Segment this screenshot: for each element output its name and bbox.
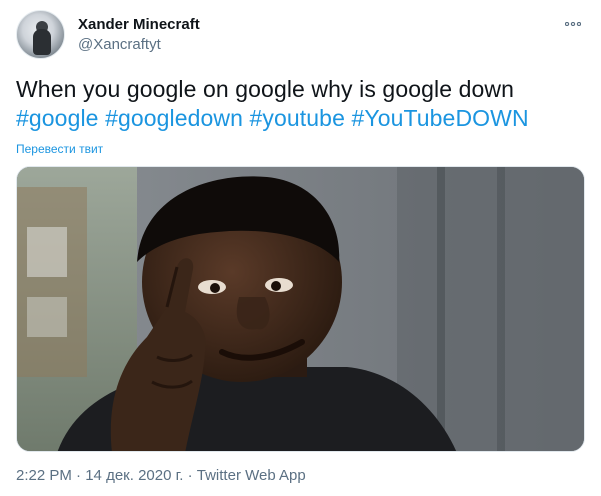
tweet-source[interactable]: Twitter Web App [197,467,306,484]
user-names: Xander Minecraft @Xancraftyt [78,15,200,55]
avatar-figure [33,29,51,55]
more-options-button[interactable] [563,14,583,34]
hashtag-google[interactable]: #google [16,105,99,131]
hashtag-youtube[interactable]: #youtube [250,105,345,131]
meme-photo [17,167,584,451]
meta-separator-2: · [187,467,193,484]
hashtag-list: #google #googledown #youtube #YouTubeDOW… [16,104,586,133]
meta-separator-1: · [76,467,82,484]
tweet-text: When you google on google why is google … [16,75,586,133]
tweet-body: When you google on google why is google … [16,76,514,102]
tweet-meta: 2:22 PM · 14 дек. 2020 г. · Twitter Web … [16,467,306,484]
tweet-time[interactable]: 2:22 PM [16,467,72,484]
hashtag-youtubedown[interactable]: #YouTubeDOWN [351,105,528,131]
user-handle[interactable]: @Xancraftyt [78,35,200,55]
display-name[interactable]: Xander Minecraft [78,15,200,35]
tweet-date[interactable]: 14 дек. 2020 г. [85,467,183,484]
hashtag-googledown[interactable]: #googledown [105,105,243,131]
tweet-card: Xander Minecraft @Xancraftyt When you go… [0,0,601,496]
more-dots-icon [565,22,581,26]
avatar[interactable] [16,10,65,59]
tweet-image[interactable] [16,166,585,452]
translate-tweet-link[interactable]: Перевести твит [16,142,103,156]
tweet-header: Xander Minecraft @Xancraftyt [16,10,200,59]
